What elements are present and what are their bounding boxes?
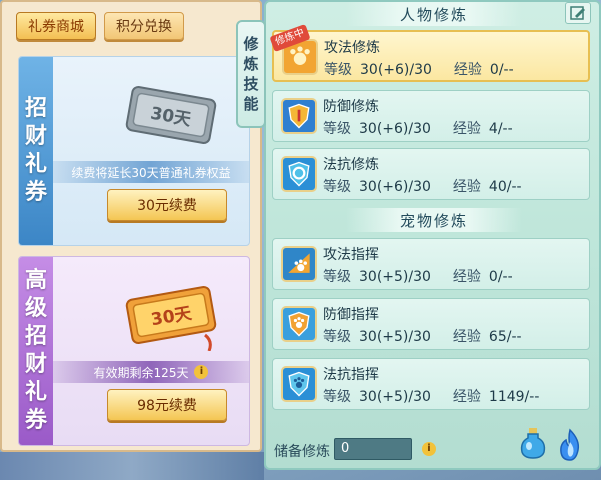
potion-icon[interactable]: [518, 426, 548, 460]
reserve-cultivation-field: 0: [334, 438, 412, 460]
skill-stats: 等级 30(+6)/30 经验 40/--: [323, 176, 522, 196]
level-label: 等级: [323, 329, 351, 345]
gift-shop-panel: 礼券商城 积分兑换 招 财 礼 券 30天 续费将延长30天普通礼券权益 30元…: [0, 0, 262, 452]
title-char: 礼: [24, 152, 47, 177]
level-label: 等级: [323, 179, 351, 195]
skill-name: 防御修炼: [323, 99, 379, 115]
skill-stats: 等级 30(+6)/30 经验 4/--: [323, 118, 513, 138]
skill-name: 法抗修炼: [323, 157, 379, 173]
renew-98-button[interactable]: 98元续费: [107, 389, 227, 421]
level-label: 等级: [323, 269, 351, 285]
tab-char: 技: [243, 75, 259, 93]
exp-label: 经验: [452, 121, 481, 137]
title-char: 财: [24, 352, 47, 377]
background-scenery: [0, 452, 264, 480]
skill-row-attack-cultivation[interactable]: 修炼中 攻法修炼 等级 30(+6)/30 经验 0/--: [269, 23, 590, 82]
exp-label: 经验: [452, 329, 481, 345]
skill-stats: 等级 30(+5)/30 经验 1149/--: [323, 386, 539, 406]
basic-voucher-card: 招 财 礼 券 30天 续费将延长30天普通礼券权益 30元续费: [18, 56, 250, 246]
skill-name: 攻法指挥: [323, 247, 379, 263]
exp-value: 0/--: [488, 269, 513, 285]
skill-name: 法抗指挥: [323, 367, 379, 383]
title-char: 券: [24, 180, 47, 205]
skill-stats: 等级 30(+5)/30 经验 0/--: [323, 266, 513, 286]
silver-voucher-icon: 30天: [125, 85, 217, 145]
edit-button[interactable]: [565, 2, 591, 24]
exp-label: 经验: [453, 62, 482, 78]
exp-value: 65/--: [488, 329, 522, 345]
tab-gift-shop[interactable]: 礼券商城: [16, 12, 96, 40]
exp-value: 4/--: [488, 121, 513, 137]
level-value: 30(+6)/30: [359, 121, 431, 137]
cultivation-panel: 人物修炼 修炼中 攻法修炼 等级 30(+6)/30 经验 0/-- 防御修炼 等级 3…: [264, 0, 601, 470]
pet-resist-icon: [281, 366, 317, 402]
reserve-cultivation-label: 储备修炼: [274, 444, 330, 460]
level-label: 等级: [323, 389, 351, 405]
level-value: 30(+6)/30: [360, 62, 432, 78]
skill-row-pet-defense[interactable]: 防御指挥 等级 30(+5)/30 经验 65/--: [272, 298, 590, 350]
shield-icon: [281, 98, 317, 134]
exp-value: 1149/--: [488, 389, 540, 405]
skill-name: 攻法修炼: [324, 40, 380, 56]
tab-char: 修: [243, 35, 259, 53]
gold-voucher-icon: 30天: [125, 285, 217, 351]
level-value: 30(+5)/30: [359, 329, 431, 345]
title-char: 招: [24, 324, 47, 349]
section-title-pet: 宠物修炼: [346, 208, 522, 232]
exp-value: 0/--: [489, 62, 514, 78]
skill-row-defense-cultivation[interactable]: 防御修炼 等级 30(+6)/30 经验 4/--: [272, 90, 590, 142]
note-text: 有效期剩余125天: [93, 365, 189, 380]
exp-label: 经验: [452, 389, 481, 405]
skill-row-resist-cultivation[interactable]: 法抗修炼 等级 30(+6)/30 经验 40/--: [272, 148, 590, 200]
skill-row-pet-attack[interactable]: 攻法指挥 等级 30(+5)/30 经验 0/--: [272, 238, 590, 290]
title-char: 财: [24, 124, 47, 149]
title-char: 招: [24, 96, 47, 121]
exp-value: 40/--: [488, 179, 522, 195]
level-value: 30(+5)/30: [359, 269, 431, 285]
title-char: 券: [24, 408, 47, 433]
exp-label: 经验: [452, 179, 481, 195]
basic-voucher-note: 续费将延长30天普通礼券权益: [53, 161, 249, 183]
level-value: 30(+6)/30: [359, 179, 431, 195]
section-title-character: 人物修炼: [346, 2, 522, 26]
tab-char: 炼: [243, 55, 259, 73]
level-label: 等级: [324, 62, 352, 78]
skill-name: 防御指挥: [323, 307, 379, 323]
shop-tabs: 礼券商城 积分兑换: [16, 12, 184, 40]
level-value: 30(+5)/30: [359, 389, 431, 405]
level-label: 等级: [323, 121, 351, 137]
info-icon[interactable]: i: [194, 365, 209, 379]
tab-char: 能: [243, 95, 259, 113]
premium-voucher-note: 有效期剩余125天 i: [53, 361, 249, 383]
skill-stats: 等级 30(+5)/30 经验 65/--: [323, 326, 522, 346]
pet-attack-icon: [281, 246, 317, 282]
title-char: 礼: [24, 380, 47, 405]
pet-defense-icon: [281, 306, 317, 342]
tab-cultivation-skills[interactable]: 修 炼 技 能: [236, 20, 266, 128]
exp-label: 经验: [452, 269, 481, 285]
skill-row-pet-resist[interactable]: 法抗指挥 等级 30(+5)/30 经验 1149/--: [272, 358, 590, 410]
tab-points-exchange[interactable]: 积分兑换: [104, 12, 184, 40]
renew-30-button[interactable]: 30元续费: [107, 189, 227, 221]
info-icon[interactable]: i: [422, 442, 436, 456]
blue-flame-icon[interactable]: [556, 428, 584, 462]
basic-voucher-title: 招 财 礼 券: [19, 57, 53, 245]
edit-icon: [570, 6, 585, 20]
title-char: 级: [24, 296, 47, 321]
magic-resist-icon: [281, 156, 317, 192]
premium-voucher-card: 高 级 招 财 礼 券 30天 有效期剩余125天 i 98元续费: [18, 256, 250, 446]
premium-voucher-title: 高 级 招 财 礼 券: [19, 257, 53, 445]
title-char: 高: [24, 268, 47, 293]
note-text: 续费将延长30天普通礼券权益: [71, 165, 231, 180]
skill-stats: 等级 30(+6)/30 经验 0/--: [324, 59, 514, 79]
